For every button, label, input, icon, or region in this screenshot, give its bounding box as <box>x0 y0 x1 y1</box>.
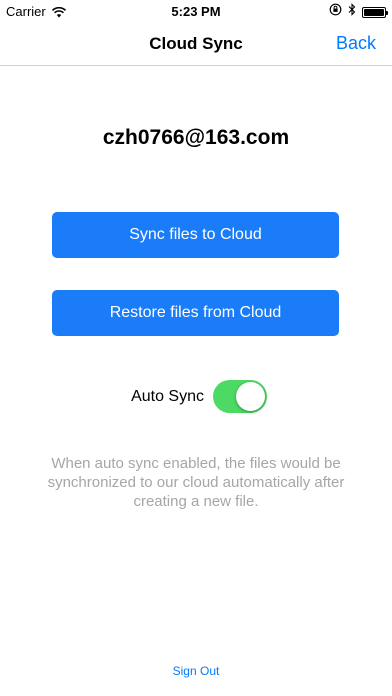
page-title: Cloud Sync <box>149 34 243 53</box>
battery-icon <box>362 6 388 18</box>
rotation-lock-icon <box>329 3 342 21</box>
auto-sync-hint: When auto sync enabled, the files would … <box>47 455 345 510</box>
toggle-knob <box>236 382 265 411</box>
restore-from-cloud-button[interactable]: Restore files from Cloud <box>52 290 339 336</box>
bluetooth-icon <box>348 3 356 21</box>
auto-sync-label: Auto Sync <box>131 388 204 405</box>
status-right <box>329 3 388 21</box>
back-button[interactable]: Back <box>336 33 376 54</box>
account-email: czh0766@163.com <box>102 126 290 149</box>
sync-to-cloud-button[interactable]: Sync files to Cloud <box>52 212 339 258</box>
status-bar: Carrier 5:23 PM <box>0 0 392 24</box>
sign-out-link[interactable]: Sign Out <box>0 664 392 678</box>
auto-sync-row: Auto Sync <box>0 378 392 414</box>
auto-sync-toggle[interactable] <box>213 380 267 413</box>
navigation-bar: Cloud Sync Back <box>0 24 392 66</box>
